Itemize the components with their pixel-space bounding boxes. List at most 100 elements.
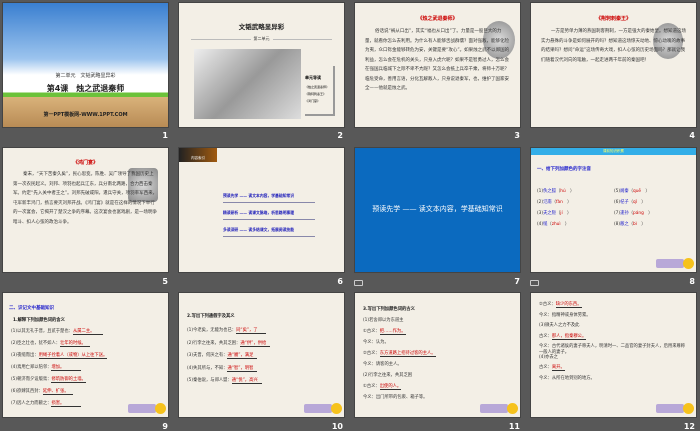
answer-text: 同“矣”，了 — [236, 327, 267, 334]
slide-thumbnail-9[interactable]: 二、识记文中基础知识 1.解释下列加颜色词的含义 (1)以其无礼于晋，且贰于楚也… — [2, 292, 169, 418]
slide-number: 2 — [337, 131, 343, 140]
slide-number: 6 — [337, 277, 343, 286]
item-word: 敝之 — [620, 222, 629, 227]
side-item: 《荆轲刺秦王》 — [305, 92, 327, 96]
text-line: (1)若舍郑以为东道主 — [363, 317, 513, 323]
pinyin-item: (4)缒（zhuì ） — [537, 222, 570, 227]
slide-number: 9 — [162, 422, 168, 431]
slide-thumbnail-8[interactable]: 课前知识积累 一、给下列加颜色的字注音 (1)佚之狐（hú ） (5)阙秦（quē… — [530, 147, 697, 273]
slide-thumbnail-5[interactable]: 《鸿门宴》 秦末，“天下苦秦久矣”，民心思变。陈胜、吴广领导了我国历史上第一次农… — [2, 147, 169, 273]
slide-number: 8 — [689, 277, 695, 286]
pinyin-item: (2)氾南（fàn ） — [537, 200, 572, 205]
slide-title: 《鸿门宴》 — [72, 160, 98, 166]
answer-text: 通“悦”，高兴 — [231, 377, 262, 384]
line-label: (2)行李之往来，共其乏困 — [363, 373, 413, 378]
question-item: (4)焉用亡郑以陪邻：增加。 — [11, 364, 82, 371]
slide-body: 秦末，“天下苦秦久矣”，民心思变。陈胜、吴广领导了我国历史上第一次农民起义。刘邦… — [13, 172, 158, 225]
text-line: 今义：出门所带的包裹、箱子等。 — [363, 394, 513, 400]
question-text: (5)朝济而夕设版焉： — [11, 377, 52, 382]
nav-link[interactable]: 精读研析 —— 读课文脉络，析思路明事理 — [223, 210, 315, 220]
pinyin-item: (1)佚之狐（hú ） — [537, 189, 575, 194]
back-button[interactable] — [304, 404, 332, 413]
question-item: (3)夫晋，何厌之有：通“餍”，满足 — [187, 352, 258, 359]
line-label: 今义：认为。 — [363, 340, 389, 345]
text-line: (4)亦去之 — [539, 354, 689, 360]
line-label: (1)若舍郑以为东道主 — [363, 318, 404, 323]
back-button[interactable] — [480, 404, 508, 413]
question-item: (1)以其无礼于晋，且贰于楚也：从属二主。 — [11, 328, 103, 335]
side-title: 单元导读 — [305, 75, 321, 80]
smiley-icon — [155, 403, 166, 414]
item-pinyin: hú — [560, 189, 566, 194]
side-item: 《鸿门宴》 — [305, 99, 321, 103]
slide-thumbnail-2[interactable]: 文韬武略显异彩 第二单元 单元导读 《烛之武退秦师》 《荆轲刺秦王》 《鸿门宴》 — [178, 2, 345, 128]
item-pinyin: quē — [632, 189, 642, 194]
slide-number: 12 — [683, 422, 695, 431]
exercise-heading: 3.写出下列加颜色词的古义 — [363, 307, 415, 312]
question-item: (4)失其所与，不知：通“智”，明智 — [187, 365, 258, 372]
slide-thumbnail-3[interactable]: 《烛之武退秦师》 俗话说“祸从口出”，其实“福也从口出”了。力量是一股巨大的力量… — [354, 2, 521, 128]
text-line: ②古义：缺少的东西。 — [539, 301, 689, 308]
animation-icon[interactable] — [354, 280, 363, 286]
text-line: 古义：离开。 — [539, 364, 689, 371]
slide-number: 1 — [162, 131, 168, 140]
item-pinyin: bì — [632, 222, 637, 227]
line-label: 今义：从所在地到别的地方。 — [539, 375, 595, 381]
section-heading: 预读先学 —— 读文本内容，学基础知常识 — [372, 205, 503, 213]
item-pinyin: jí — [560, 211, 563, 216]
slide-thumbnail-10[interactable]: 2.写出下列通假字及其义 (1)今老矣，无能为也已：同“矣”，了 (2)行李之往来… — [178, 292, 345, 418]
line-answer: 离开。 — [551, 365, 565, 371]
item-pinyin: qǐ — [632, 200, 637, 205]
slide-thumbnail-7[interactable]: 预读先学 —— 读文本内容，学基础知常识 — [354, 147, 521, 273]
line-label: (4)亦去之 — [539, 354, 558, 360]
text-line: 今义：认为。 — [363, 339, 513, 345]
line-answer: 东方道路上招待过客的主人。 — [379, 351, 436, 357]
answer-text: 修筑防御的土墙。 — [51, 377, 86, 383]
nav-link[interactable]: 多读深研 —— 读多结课文，拓展阅读技能 — [223, 227, 315, 237]
text-line: 古义：那人，指秦穆公。 — [539, 333, 689, 340]
line-answer: 缺少的东西。 — [555, 302, 582, 308]
answer-text: 通“餍”，满足 — [227, 352, 258, 359]
back-button[interactable] — [128, 404, 156, 413]
smiley-icon — [683, 258, 694, 269]
nav-link[interactable]: 预读先学 —— 读文本内容，学基础知常识 — [223, 193, 315, 203]
text-line: ②古义：东方道路上招待过客的主人。 — [363, 350, 513, 357]
pinyin-item: (5)阙秦（quē ） — [614, 189, 650, 194]
slide-number: 5 — [162, 277, 168, 286]
question-item: (7)因人之力而敝之：损害。 — [11, 400, 82, 407]
back-button[interactable] — [656, 259, 684, 268]
smiley-icon — [683, 403, 694, 414]
question-text: (1)以其无礼于晋，且贰于楚也： — [11, 329, 73, 334]
slide-thumbnail-11[interactable]: 3.写出下列加颜色词的古义 (1)若舍郑以为东道主 ①古义：把……作为。 今义：认为… — [354, 292, 521, 418]
slide-thumbnail-6[interactable]: 内容索引 预读先学 —— 读文本内容，学基础知常识 精读研析 —— 读课文脉络，… — [178, 147, 345, 273]
unit-label: 第二单元 — [250, 36, 273, 41]
slide-thumbnail-4[interactable]: 《荆轲刺秦王》 一方是势单力薄的燕国刺客荆轲，一方是强大的秦始皇。想知道这场实力… — [530, 2, 697, 128]
slide-number: 7 — [514, 277, 520, 286]
unit-subtitle: 第二单元 文韬武略显异彩 — [55, 73, 116, 79]
item-word: 杞子 — [620, 200, 629, 205]
section-heading: 二、识记文中基础知识 — [9, 306, 54, 311]
slide-thumbnail-1[interactable]: 第二单元 文韬武略显异彩 第4课 烛之武退秦师 第一PPT模板网-WWW.1PP… — [2, 2, 169, 128]
question-item: (1)今老矣，无能为也已：同“矣”，了 — [187, 327, 267, 334]
slide-number: 10 — [331, 422, 343, 431]
pinyin-item: (8)敝之（bì ） — [614, 222, 646, 227]
slide-body: 俗话说“祸从口出”，其实“福也从口出”了。力量是一股巨大的力量，就看你怎么去利用… — [365, 29, 510, 91]
back-button[interactable] — [656, 404, 684, 413]
pinyin-item: (7)逢孙（páng ） — [614, 211, 653, 216]
line-answer: 出使的人。 — [379, 384, 402, 390]
question-text: (3)夫晋，何厌之有： — [187, 353, 228, 358]
pinyin-item: (3)夫之阨（jí ） — [537, 211, 572, 216]
line-label: (3)微夫人之力不及此 — [539, 323, 580, 328]
answer-text: 壮年的时候。 — [60, 340, 91, 347]
slide-thumbnail-12[interactable]: ②古义：缺少的东西。 今义：指精神或身体劳累。 (3)微夫人之力不及此古义：那人，指… — [530, 292, 697, 418]
slide-number: 11 — [508, 422, 520, 431]
answer-text: 从属二主。 — [72, 328, 103, 335]
text-line: ①古义：把……作为。 — [363, 328, 513, 335]
slide-body: 一方是势单力薄的燕国刺客荆轲，一方是强大的秦始皇。想知道这场实力悬殊的斗争是如何… — [541, 29, 686, 63]
item-word: 夫之阨 — [543, 211, 556, 216]
lesson-title: 第4课 烛之武退秦师 — [46, 84, 125, 93]
animation-icon[interactable] — [530, 280, 539, 286]
text-line: 今义：指精神或身体劳累。 — [539, 312, 689, 318]
item-word: 逢孙 — [620, 211, 629, 216]
section-banner: 内容索引 — [179, 148, 217, 162]
